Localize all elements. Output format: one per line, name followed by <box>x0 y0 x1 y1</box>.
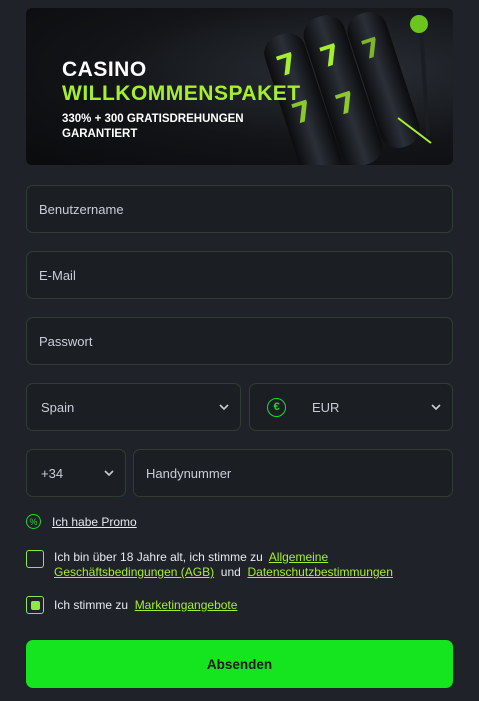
currency-select[interactable]: € EUR <box>249 383 453 431</box>
terms-text: Ich bin über 18 Jahre alt, ich stimme zu <box>54 550 263 564</box>
marketing-link[interactable]: Marketingangebote <box>135 598 238 612</box>
username-field[interactable]: Benutzername <box>26 185 453 233</box>
phone-number-field[interactable]: Handynummer <box>133 449 453 497</box>
banner-title-casino: CASINO <box>62 58 147 81</box>
email-field[interactable]: E-Mail <box>26 251 453 299</box>
country-value: Spain <box>41 399 75 415</box>
phone-number-placeholder: Handynummer <box>146 465 232 481</box>
marketing-consent-row: Ich stimme zu Marketingangebote <box>26 596 237 614</box>
promo-banner[interactable]: 7 7 7 7 7 CASINO WILLKOMMENSPAKET 330% +… <box>26 8 453 165</box>
password-field[interactable]: Passwort <box>26 317 453 365</box>
checkmark-icon <box>30 600 40 610</box>
percent-badge-icon: % <box>26 514 41 529</box>
username-placeholder: Benutzername <box>39 201 124 217</box>
phone-code-value: +34 <box>41 465 64 481</box>
marketing-text: Ich stimme zu <box>54 598 129 612</box>
euro-icon: € <box>267 397 286 417</box>
banner-subtitle: 330% + 300 GRATISDREHUNGEN GARANTIERT <box>62 113 244 140</box>
chevron-down-icon <box>104 470 114 477</box>
currency-value: EUR <box>312 399 340 415</box>
terms-checkbox[interactable] <box>26 550 44 568</box>
submit-button[interactable]: Absenden <box>26 640 453 688</box>
email-placeholder: E-Mail <box>39 267 76 283</box>
phone-code-select[interactable]: +34 <box>26 449 126 497</box>
chevron-down-icon <box>219 404 229 411</box>
country-select[interactable]: Spain <box>26 383 241 431</box>
marketing-checkbox[interactable] <box>26 596 44 614</box>
terms-consent-row: Ich bin über 18 Jahre alt, ich stimme zu… <box>26 550 446 580</box>
chevron-down-icon <box>431 404 441 411</box>
promo-toggle[interactable]: % Ich habe Promo <box>26 514 137 529</box>
password-placeholder: Passwort <box>39 333 93 349</box>
terms-link-privacy[interactable]: Datenschutzbestimmungen <box>247 565 392 579</box>
terms-connector: und <box>220 565 241 579</box>
banner-title-welcome-package: WILLKOMMENSPAKET <box>62 82 301 105</box>
promo-link[interactable]: Ich habe Promo <box>52 515 137 529</box>
